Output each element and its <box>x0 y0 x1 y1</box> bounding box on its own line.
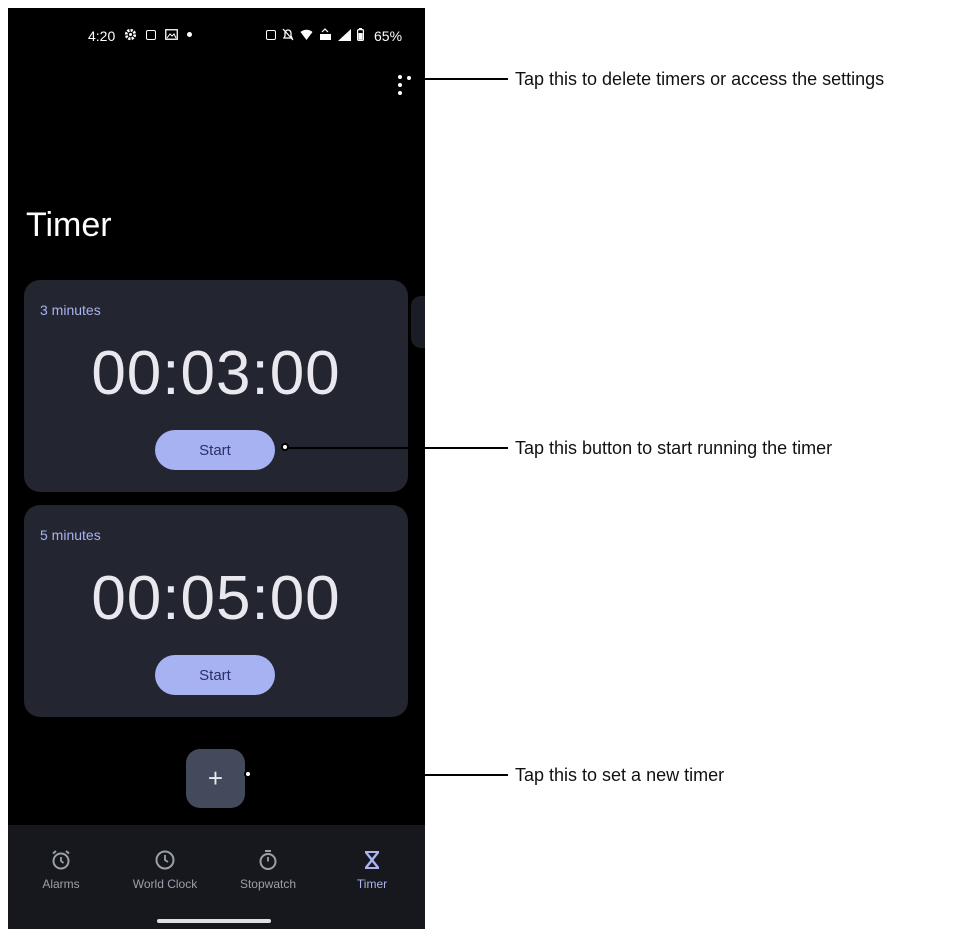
nav-label-stopwatch: Stopwatch <box>239 877 297 891</box>
nav-label-timer: Timer <box>356 877 388 891</box>
start-button[interactable]: Start <box>155 655 275 695</box>
notification-dot-icon <box>187 32 192 37</box>
timer-time[interactable]: 00:03:00 <box>24 338 408 409</box>
callout-marker <box>244 770 252 778</box>
gear-icon <box>124 28 137 41</box>
nav-item-alarms[interactable]: Alarms <box>11 849 111 891</box>
timer-label[interactable]: 3 minutes <box>40 302 101 318</box>
start-button[interactable]: Start <box>155 430 275 470</box>
signal-icon <box>338 28 351 41</box>
screenshot-icon <box>146 29 156 40</box>
callout-text: Tap this button to start running the tim… <box>515 438 833 458</box>
nav-label-alarms: Alarms <box>42 877 80 891</box>
bottom-navigation: Alarms World Clock Stopwatch Timer <box>8 825 425 929</box>
wifi-icon <box>300 29 313 40</box>
battery-percentage: 65% <box>374 28 403 44</box>
menu-dot <box>398 75 402 79</box>
callout-marker <box>405 74 413 82</box>
nav-item-world-clock[interactable]: World Clock <box>115 849 215 891</box>
phone-screen: 4:20 65% Timer 3 minutes 00:03:00 Start … <box>8 8 425 929</box>
battery-icon <box>357 28 364 41</box>
status-bar: 4:20 65% <box>8 26 425 50</box>
stopwatch-icon <box>259 850 277 870</box>
timer-card[interactable]: 5 minutes 00:05:00 Start <box>24 505 408 717</box>
alarm-icon <box>52 850 70 870</box>
status-left-icons <box>124 28 192 41</box>
add-timer-button[interactable]: + <box>186 749 245 808</box>
callout-line <box>289 447 508 449</box>
auto-icon <box>266 29 276 40</box>
callout-text: Tap this to delete timers or access the … <box>515 69 885 89</box>
hourglass-icon <box>365 851 379 869</box>
callout-text: Tap this to set a new timer <box>515 765 725 785</box>
callout-line <box>413 78 508 80</box>
menu-dot <box>398 83 402 87</box>
status-time: 4:20 <box>88 28 116 44</box>
gesture-handle[interactable] <box>157 919 271 923</box>
mute-icon <box>282 28 294 41</box>
page-title: Timer <box>26 206 112 244</box>
menu-dot <box>398 91 402 95</box>
nav-item-timer[interactable]: Timer <box>322 849 422 891</box>
timer-card[interactable]: 3 minutes 00:03:00 Start <box>24 280 408 492</box>
next-timer-peek[interactable] <box>411 296 425 348</box>
callout-marker <box>281 443 289 451</box>
status-right-icons <box>266 28 364 41</box>
nav-item-stopwatch[interactable]: Stopwatch <box>218 849 318 891</box>
image-icon <box>165 29 178 40</box>
lte-icon <box>320 28 331 40</box>
timer-time[interactable]: 00:05:00 <box>24 563 408 634</box>
timer-label[interactable]: 5 minutes <box>40 527 101 543</box>
callout-line <box>252 774 508 776</box>
clock-icon <box>155 850 175 870</box>
nav-label-world-clock: World Clock <box>132 877 198 891</box>
